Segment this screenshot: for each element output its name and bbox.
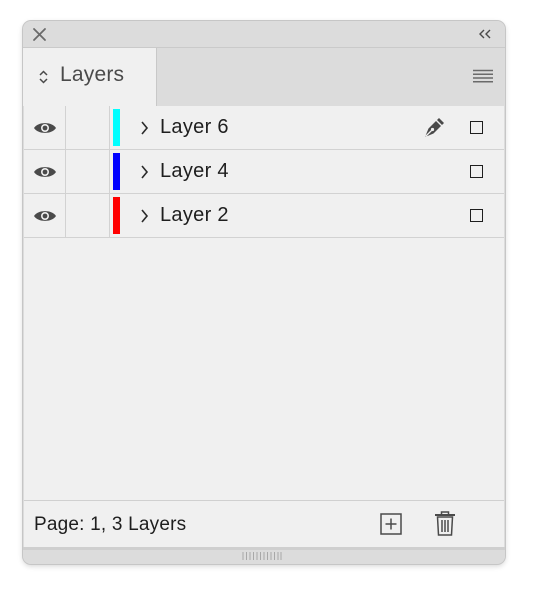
layer-row[interactable]: Layer 4 <box>24 150 504 194</box>
layer-row[interactable]: Layer 6 <box>24 106 504 150</box>
trash-icon[interactable] <box>434 511 456 536</box>
layer-name: Layer 6 <box>160 116 229 138</box>
layer-name: Layer 2 <box>160 204 229 226</box>
lock-cell[interactable] <box>66 150 110 193</box>
double-chevron-left-icon[interactable] <box>477 28 493 40</box>
panel-titlebar <box>23 21 505 47</box>
eye-icon[interactable] <box>33 209 57 223</box>
tab-label: Layers <box>60 63 125 86</box>
chevron-right-icon[interactable] <box>140 120 149 136</box>
layer-name: Layer 4 <box>160 160 229 182</box>
panel-resize-bar[interactable] <box>23 547 505 564</box>
new-layer-icon[interactable] <box>380 513 402 535</box>
layer-list: Layer 6 Layer 4 Layer 2 <box>24 106 504 500</box>
panel-menu-icon[interactable] <box>473 69 493 83</box>
chevron-right-icon[interactable] <box>140 208 149 224</box>
resize-grip-icon[interactable] <box>242 551 282 561</box>
visibility-cell[interactable] <box>24 150 66 193</box>
layer-select-box[interactable] <box>470 209 483 222</box>
eye-icon[interactable] <box>33 165 57 179</box>
visibility-cell[interactable] <box>24 106 66 149</box>
lock-cell[interactable] <box>66 194 110 237</box>
panel-tabbar: Layers <box>23 47 505 106</box>
layer-color-swatch <box>113 109 120 146</box>
layer-color-swatch <box>113 197 120 234</box>
pen-nib-icon <box>425 118 444 137</box>
lock-cell[interactable] <box>66 106 110 149</box>
panel-footer: Page: 1, 3 Layers <box>24 500 504 548</box>
tab-layers[interactable]: Layers <box>23 48 157 106</box>
layer-select-box[interactable] <box>470 165 483 178</box>
chevron-right-icon[interactable] <box>140 164 149 180</box>
layer-row[interactable]: Layer 2 <box>24 194 504 238</box>
layer-count-status: Page: 1, 3 Layers <box>34 514 187 535</box>
layer-color-swatch <box>113 153 120 190</box>
eye-icon[interactable] <box>33 121 57 135</box>
layer-select-box[interactable] <box>470 121 483 134</box>
visibility-cell[interactable] <box>24 194 66 237</box>
layers-panel: Layers Layer 6 Layer 4 Layer 2 Page: 1, … <box>23 21 505 564</box>
sort-arrows-icon[interactable] <box>38 69 49 85</box>
close-icon[interactable] <box>32 27 47 42</box>
